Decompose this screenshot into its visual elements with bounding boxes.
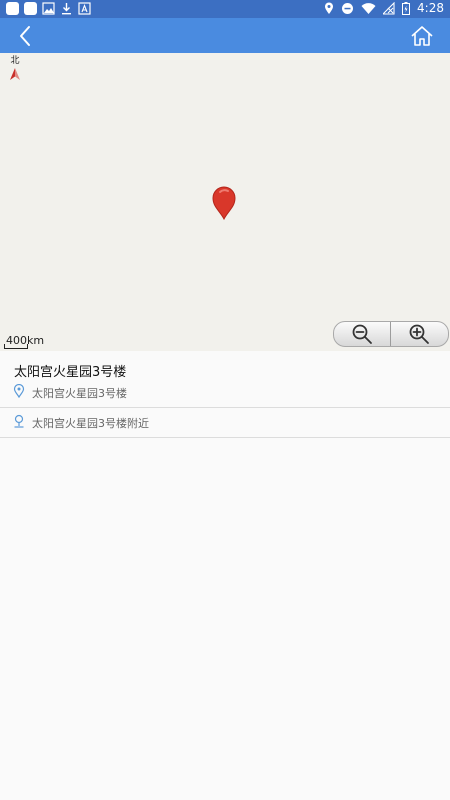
location-pin-icon[interactable] bbox=[211, 185, 237, 221]
map-scale: 400km bbox=[4, 335, 64, 349]
zoom-out-icon bbox=[352, 324, 372, 344]
north-arrow-icon bbox=[10, 68, 20, 80]
back-arrow-icon bbox=[20, 26, 30, 46]
home-icon bbox=[411, 26, 433, 46]
home-button[interactable] bbox=[408, 22, 436, 50]
app-bar bbox=[0, 18, 450, 53]
app-notification-icon bbox=[24, 2, 37, 15]
scale-bar bbox=[4, 344, 28, 349]
notification-icons bbox=[6, 2, 91, 15]
wifi-icon bbox=[361, 2, 376, 14]
text-a-icon bbox=[78, 2, 91, 15]
location-pin-outline-icon bbox=[13, 384, 25, 398]
divider bbox=[0, 437, 450, 438]
map-view[interactable]: 北 400km bbox=[0, 53, 450, 351]
do-not-disturb-icon bbox=[342, 2, 354, 14]
compass: 北 bbox=[8, 56, 22, 85]
image-icon bbox=[42, 2, 55, 15]
location-icon bbox=[325, 2, 334, 14]
back-button[interactable] bbox=[12, 22, 40, 50]
status-bar: 4:28 bbox=[0, 0, 450, 18]
location-person-icon bbox=[14, 414, 24, 428]
zoom-in-button[interactable] bbox=[391, 322, 447, 346]
system-icons: 4:28 bbox=[324, 1, 444, 15]
app-notification-icon bbox=[6, 2, 19, 15]
nearby-text: 太阳宫火星园3号楼附近 bbox=[32, 417, 149, 430]
zoom-out-button[interactable] bbox=[334, 322, 390, 346]
address-row[interactable]: 太阳宫火星园3号楼 bbox=[0, 378, 450, 408]
status-time: 4:28 bbox=[417, 1, 444, 15]
no-signal-icon bbox=[383, 1, 395, 15]
battery-icon bbox=[402, 1, 411, 15]
nearby-row[interactable]: 太阳宫火星园3号楼附近 bbox=[0, 408, 450, 438]
zoom-control bbox=[333, 321, 449, 347]
compass-label: 北 bbox=[10, 56, 20, 66]
address-text: 太阳宫火星园3号楼 bbox=[32, 387, 127, 400]
download-icon bbox=[62, 3, 71, 15]
zoom-in-icon bbox=[409, 324, 429, 344]
